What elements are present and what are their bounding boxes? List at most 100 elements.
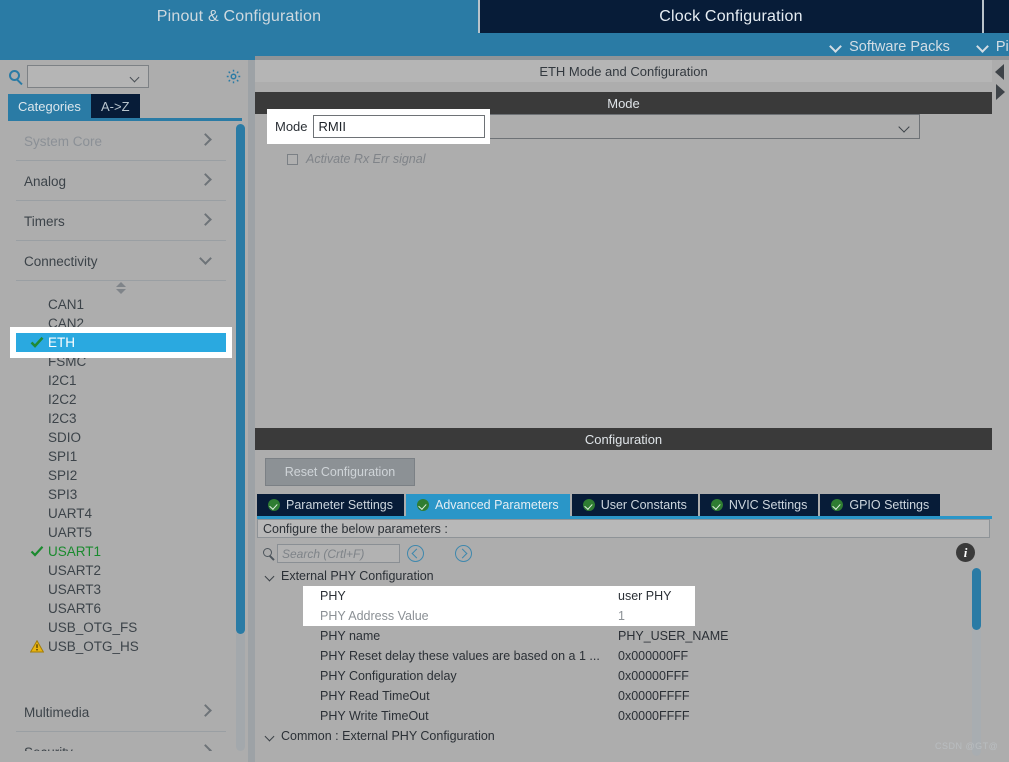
sidebar-search-input[interactable] [27,65,149,88]
list-item[interactable]: SPI1 [8,447,242,466]
sidebar-main-divider[interactable] [248,60,255,762]
list-item[interactable]: USART3 [8,580,242,599]
reset-configuration-button[interactable]: Reset Configuration [265,458,415,486]
info-glyph: i [963,544,968,560]
chevron-left-circle-icon[interactable] [407,545,424,562]
tree-group-common-external-phy-configuration[interactable]: Common : External PHY Configuration [255,726,992,746]
sidebar-category-system-core[interactable]: System Core [8,121,242,161]
gear-icon[interactable] [225,68,242,85]
check-circle-icon [417,499,429,511]
check-icon [30,336,44,349]
parameter-value[interactable]: user PHY [618,589,672,603]
configuration-band-label: Configuration [584,431,663,447]
tab-user-constants[interactable]: User Constants [571,494,698,516]
peripheral-label: CAN1 [48,297,85,312]
list-item[interactable]: SDIO [8,428,242,447]
chevron-down-icon [266,733,275,742]
tab-parameter-settings[interactable]: Parameter Settings [257,494,404,516]
peripheral-label: I2C1 [48,373,77,388]
list-item[interactable]: I2C3 [8,409,242,428]
list-item[interactable]: CAN1 [8,295,242,314]
list-item[interactable]: SPI3 [8,485,242,504]
table-row[interactable]: PHY Reset delay these values are based o… [255,646,992,666]
mode-dropdown[interactable] [445,114,920,139]
tab-clock-configuration[interactable]: Clock Configuration [480,0,982,33]
tab-label: Clock Configuration [659,7,803,25]
list-item[interactable]: SPI2 [8,466,242,485]
list-item[interactable]: USART2 [8,561,242,580]
parameter-value[interactable]: 0x0000FFFF [618,709,690,723]
chevron-down-icon [201,255,210,264]
tab-next-partial[interactable] [984,0,1009,33]
tab-gpio-settings[interactable]: GPIO Settings [820,494,941,516]
mode-value[interactable]: RMII [312,115,485,138]
collapse-left-arrow-icon[interactable] [995,64,1004,80]
category-label: Analog [24,173,67,189]
parameter-tree: External PHY Configuration PHY user PHY … [255,566,992,746]
tab-label: Pinout & Configuration [156,7,322,25]
sidebar-scrollbar-thumb[interactable] [236,124,245,634]
tab-advanced-parameters[interactable]: Advanced Parameters [406,494,570,516]
peripheral-list: System Core Analog Timers Connectivity C [8,121,242,751]
search-icon [9,70,20,81]
tab-categories[interactable]: Categories [8,94,91,118]
parameter-value[interactable]: 1 [618,609,625,623]
table-row[interactable]: PHY Configuration delay 0x00000FFF [255,666,992,686]
sidebar-category-connectivity[interactable]: Connectivity [8,241,242,281]
list-item[interactable]: USART6 [8,599,242,618]
table-row[interactable]: PHY Write TimeOut 0x0000FFFF [255,706,992,726]
parameter-name: PHY Address Value [320,609,429,623]
peripheral-label: UART4 [48,506,93,521]
list-item-usart1[interactable]: USART1 [8,542,242,561]
configure-note-label: Configure the below parameters : [263,521,448,536]
list-item-usb-otg-hs[interactable]: USB_OTG_HS [8,637,242,656]
list-item[interactable]: I2C2 [8,390,242,409]
menu-pinout[interactable]: Pinout [978,39,1009,55]
list-item[interactable]: CAN2 [8,314,242,333]
parameter-value[interactable]: 0x0000FFFF [618,689,690,703]
parameter-name: PHY [320,589,346,603]
sidebar-category-timers[interactable]: Timers [8,201,242,241]
activate-rx-err-row[interactable]: Activate Rx Err signal [287,152,425,166]
table-row[interactable]: PHY Address Value 1 [255,606,992,626]
table-row[interactable]: PHY name PHY_USER_NAME [255,626,992,646]
chevron-down-icon [978,41,989,52]
rx-err-checkbox[interactable] [287,153,298,165]
list-item-eth[interactable]: ETH [16,333,226,352]
menu-software-packs[interactable]: Software Packs [831,39,950,55]
list-item[interactable]: UART5 [8,523,242,542]
list-item[interactable]: I2C1 [8,371,242,390]
parameter-value[interactable]: 0x000000FF [618,649,688,663]
chevron-right-icon [201,215,210,224]
parameter-value[interactable]: 0x00000FFF [618,669,689,683]
parameter-name: PHY Configuration delay [320,669,457,683]
info-icon[interactable]: i [956,543,975,562]
peripheral-label: USART3 [48,582,102,597]
list-item[interactable]: USB_OTG_FS [8,618,242,637]
table-row[interactable]: PHY Read TimeOut 0x0000FFFF [255,686,992,706]
list-item[interactable]: UART4 [8,504,242,523]
sidebar-category-security[interactable]: Security [8,732,242,752]
peripheral-label: ETH [48,335,75,350]
tab-a-to-z[interactable]: A->Z [91,94,140,118]
check-circle-icon [582,499,595,511]
chevron-right-circle-icon[interactable] [455,545,472,562]
list-scroll-spinner[interactable] [8,281,242,295]
list-item[interactable]: FSMC [8,352,242,371]
tab-nvic-settings[interactable]: NVIC Settings [699,494,819,516]
collapse-right-arrow-icon[interactable] [996,84,1005,100]
panel-title: ETH Mode and Configuration [255,60,992,82]
sidebar-category-multimedia[interactable]: Multimedia [8,692,242,732]
peripheral-label: SPI3 [48,487,78,502]
tree-group-label: External PHY Configuration [281,569,434,583]
sidebar-category-analog[interactable]: Analog [8,161,242,201]
tab-pinout-configuration[interactable]: Pinout & Configuration [0,0,478,33]
peripheral-label: USART2 [48,563,102,578]
tree-group-external-phy-configuration[interactable]: External PHY Configuration [255,566,992,586]
watermark: CSDN @GT@ [935,741,998,751]
parameter-value[interactable]: PHY_USER_NAME [618,629,728,643]
mode-label: Mode [275,119,308,134]
category-label: Timers [24,213,65,229]
table-row[interactable]: PHY user PHY [255,586,992,606]
parameter-search-input[interactable]: Search (Crtl+F) [277,544,400,563]
